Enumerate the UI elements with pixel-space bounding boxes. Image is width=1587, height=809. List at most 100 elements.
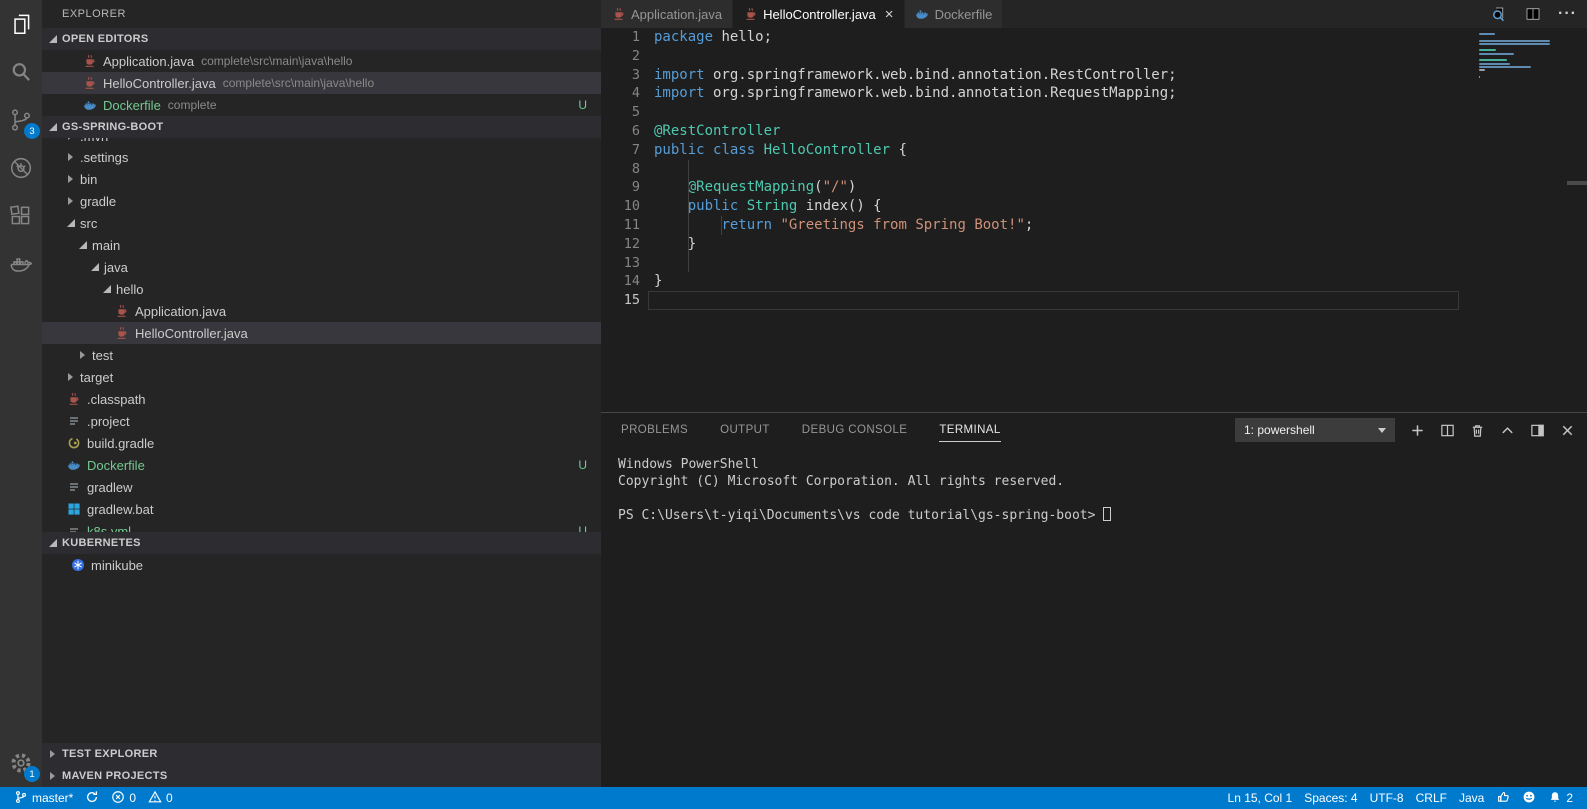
code-editor[interactable]: 1package hello;23import org.springframew… bbox=[601, 28, 1587, 412]
status-git-branch[interactable]: master* bbox=[8, 787, 79, 809]
terminal-instance-select[interactable]: 1: powershell bbox=[1235, 418, 1395, 442]
tree-item-hello[interactable]: hello bbox=[42, 278, 601, 300]
tree-item-label: .mvn bbox=[80, 138, 108, 144]
tab-label: Application.java bbox=[631, 7, 722, 22]
close-panel-button[interactable] bbox=[1560, 423, 1575, 438]
tree-item-dockerfile[interactable]: DockerfileU bbox=[42, 454, 601, 476]
tree-item-k8s-yml[interactable]: k8s.ymlU bbox=[42, 520, 601, 532]
activity-bar: 3 1 bbox=[0, 0, 42, 787]
status-bar-left: master* 00 bbox=[8, 787, 179, 809]
tree-item-gradlew-bat[interactable]: gradlew.bat bbox=[42, 498, 601, 520]
status-language-mode[interactable]: Java bbox=[1453, 787, 1490, 809]
terminal-line: Copyright (C) Microsoft Corporation. All… bbox=[618, 474, 1587, 491]
tree-item-main[interactable]: main bbox=[42, 234, 601, 256]
status-errors[interactable]: 0 bbox=[105, 787, 142, 809]
activity-bar-top: 3 bbox=[0, 0, 42, 288]
status-feedback-smiley[interactable] bbox=[1516, 787, 1542, 809]
terminal-cursor bbox=[1103, 507, 1111, 521]
panel-tab-problems[interactable]: PROBLEMS bbox=[621, 413, 688, 447]
section-open-editors[interactable]: OPEN EDITORS bbox=[42, 28, 601, 50]
activity-source-control[interactable]: 3 bbox=[0, 96, 42, 144]
tree-item-label: gradlew.bat bbox=[87, 502, 154, 517]
panel-tab-debug-console[interactable]: DEBUG CONSOLE bbox=[802, 413, 908, 447]
tree-item-target[interactable]: target bbox=[42, 366, 601, 388]
activity-extensions[interactable] bbox=[0, 192, 42, 240]
line-number: 3 bbox=[601, 66, 640, 85]
terminal-line: PS C:\Users\t-yiqi\Documents\vs code tut… bbox=[618, 507, 1587, 525]
split-editor-button[interactable] bbox=[1524, 5, 1542, 23]
status-indentation[interactable]: Spaces: 4 bbox=[1298, 787, 1363, 809]
activity-explorer[interactable] bbox=[0, 0, 42, 48]
status-feedback-thumb[interactable] bbox=[1490, 787, 1516, 809]
editor-scrollbar[interactable] bbox=[1567, 28, 1587, 412]
toggle-panel-position-button[interactable] bbox=[1530, 423, 1545, 438]
kill-terminal-button[interactable] bbox=[1470, 423, 1485, 438]
line-number: 14 bbox=[601, 272, 640, 291]
status-encoding[interactable]: UTF-8 bbox=[1364, 787, 1410, 809]
panel-tab-output[interactable]: OUTPUT bbox=[720, 413, 770, 447]
close-icon[interactable]: × bbox=[885, 7, 894, 22]
editor-tab-bar: Application.java HelloController.java×Doc… bbox=[601, 0, 1587, 28]
kubernetes-item-minikube[interactable]: minikube bbox=[42, 554, 601, 576]
tab-hellocontroller-java[interactable]: HelloController.java× bbox=[733, 0, 904, 28]
tree-item-src[interactable]: src bbox=[42, 212, 601, 234]
activity-search[interactable] bbox=[0, 48, 42, 96]
tree-item-label: Application.java bbox=[135, 304, 226, 319]
maximize-panel-button[interactable] bbox=[1500, 423, 1515, 438]
section-maven-projects[interactable]: MAVEN PROJECTS bbox=[42, 765, 601, 787]
tree-item-build-gradle[interactable]: build.gradle bbox=[42, 432, 601, 454]
java-file-icon bbox=[66, 392, 81, 407]
panel-header: PROBLEMS OUTPUT DEBUG CONSOLE TERMINAL 1: p… bbox=[601, 413, 1587, 447]
line-number: 9 bbox=[601, 178, 640, 197]
editor-column: Application.java HelloController.java×Doc… bbox=[601, 0, 1587, 787]
section-project[interactable]: GS-SPRING-BOOT bbox=[42, 116, 601, 138]
tree-item--settings[interactable]: .settings bbox=[42, 146, 601, 168]
tree-item--classpath[interactable]: .classpath bbox=[42, 388, 601, 410]
open-editor-item[interactable]: DockerfilecompleteU bbox=[42, 94, 601, 116]
line-number: 13 bbox=[601, 254, 640, 273]
status-notifications[interactable]: 2 bbox=[1542, 787, 1579, 809]
section-kubernetes[interactable]: KUBERNETES bbox=[42, 532, 601, 554]
list-file-icon bbox=[66, 480, 81, 495]
tree-item-label: hello bbox=[116, 282, 143, 297]
split-terminal-button[interactable] bbox=[1440, 423, 1455, 438]
tree-item-java[interactable]: java bbox=[42, 256, 601, 278]
tree-item-application-java[interactable]: Application.java bbox=[42, 300, 601, 322]
tree-item-gradle[interactable]: gradle bbox=[42, 190, 601, 212]
status-cursor-position[interactable]: Ln 15, Col 1 bbox=[1222, 787, 1299, 809]
activity-debug[interactable] bbox=[0, 144, 42, 192]
gradle-file-icon bbox=[66, 436, 81, 451]
minimap[interactable] bbox=[1475, 30, 1561, 88]
tree-item-bin[interactable]: bin bbox=[42, 168, 601, 190]
indent-guide bbox=[721, 216, 722, 235]
line-number: 11 bbox=[601, 216, 640, 235]
open-editor-path: complete\src\main\java\hello bbox=[201, 54, 352, 68]
activity-settings[interactable]: 1 bbox=[0, 739, 42, 787]
section-test-explorer[interactable]: TEST EXPLORER bbox=[42, 743, 601, 765]
thumbsup-icon bbox=[1496, 790, 1510, 807]
code-line: 15 bbox=[601, 291, 1587, 310]
terminal-content[interactable]: Windows PowerShellCopyright (C) Microsof… bbox=[601, 447, 1587, 787]
tree-item--mvn[interactable]: .mvn bbox=[42, 138, 601, 146]
tab-dockerfile[interactable]: Dockerfile bbox=[905, 0, 1003, 28]
tree-item-gradlew[interactable]: gradlew bbox=[42, 476, 601, 498]
status-warnings[interactable]: 0 bbox=[142, 787, 179, 809]
open-editor-item[interactable]: HelloController.javacomplete\src\main\ja… bbox=[42, 72, 601, 94]
line-number: 2 bbox=[601, 47, 640, 66]
panel-tab-terminal[interactable]: TERMINAL bbox=[939, 413, 1000, 447]
open-changes-button[interactable] bbox=[1490, 5, 1508, 23]
new-terminal-button[interactable] bbox=[1410, 423, 1425, 438]
open-editor-item[interactable]: Application.javacomplete\src\main\java\h… bbox=[42, 50, 601, 72]
status-sync[interactable] bbox=[79, 787, 105, 809]
tree-item-label: gradlew bbox=[87, 480, 133, 495]
status-label: CRLF bbox=[1416, 791, 1447, 805]
activity-docker[interactable] bbox=[0, 240, 42, 288]
tab-application-java[interactable]: Application.java bbox=[601, 0, 732, 28]
tree-item-hellocontroller-java[interactable]: HelloController.java bbox=[42, 322, 601, 344]
status-eol[interactable]: CRLF bbox=[1410, 787, 1453, 809]
tree-item-label: Dockerfile bbox=[87, 458, 145, 473]
tree-item--project[interactable]: .project bbox=[42, 410, 601, 432]
tree-item-test[interactable]: test bbox=[42, 344, 601, 366]
code-line: 13 bbox=[601, 254, 1587, 273]
more-actions-button[interactable]: ··· bbox=[1558, 5, 1577, 23]
